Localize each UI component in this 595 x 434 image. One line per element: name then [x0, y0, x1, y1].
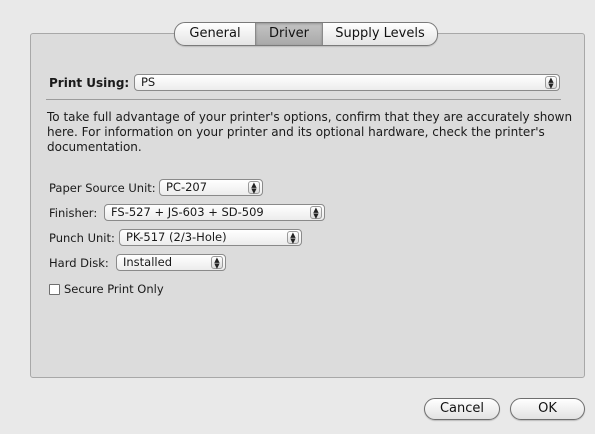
paper-source-value: PC-207	[166, 180, 208, 194]
up-down-arrows-icon: ▲ ▼	[248, 181, 260, 194]
print-using-select[interactable]: PS ▲ ▼	[134, 74, 560, 91]
paper-source-label: Paper Source Unit:	[49, 181, 156, 195]
info-line: To take full advantage of your printer's…	[47, 110, 573, 124]
punch-unit-select[interactable]: PK-517 (2/3-Hole) ▲ ▼	[119, 229, 302, 246]
tab-bar: General Driver Supply Levels	[174, 22, 438, 46]
tab-supply-levels[interactable]: Supply Levels	[322, 23, 437, 45]
punch-unit-value: PK-517 (2/3-Hole)	[126, 230, 227, 244]
finisher-label: Finisher:	[49, 206, 98, 220]
secure-print-row[interactable]: Secure Print Only	[49, 282, 164, 296]
up-down-arrows-icon: ▲ ▼	[310, 206, 322, 219]
hard-disk-select[interactable]: Installed ▲ ▼	[116, 254, 226, 271]
tab-driver[interactable]: Driver	[255, 23, 322, 45]
ok-button[interactable]: OK	[510, 398, 585, 420]
print-using-value: PS	[141, 75, 156, 89]
up-down-arrows-icon: ▲ ▼	[545, 76, 557, 89]
finisher-select[interactable]: FS-527 + JS-603 + SD-509 ▲ ▼	[104, 204, 325, 221]
info-text: To take full advantage of your printer's…	[47, 110, 573, 155]
up-down-arrows-icon: ▲ ▼	[211, 256, 223, 269]
section-divider	[46, 99, 561, 100]
paper-source-select[interactable]: PC-207 ▲ ▼	[159, 179, 263, 196]
tab-general[interactable]: General	[175, 23, 255, 45]
up-down-arrows-icon: ▲ ▼	[287, 231, 299, 244]
hard-disk-value: Installed	[123, 255, 172, 269]
printer-options-dialog: General Driver Supply Levels Print Using…	[0, 0, 595, 434]
hard-disk-label: Hard Disk:	[49, 256, 109, 270]
secure-print-checkbox[interactable]	[49, 283, 60, 295]
secure-print-label: Secure Print Only	[64, 282, 164, 296]
finisher-value: FS-527 + JS-603 + SD-509	[111, 205, 264, 219]
cancel-button[interactable]: Cancel	[424, 398, 500, 420]
info-line: here. For information on your printer an…	[47, 125, 545, 139]
punch-unit-label: Punch Unit:	[49, 231, 115, 245]
info-line: documentation.	[47, 140, 142, 154]
print-using-label: Print Using:	[49, 76, 130, 90]
